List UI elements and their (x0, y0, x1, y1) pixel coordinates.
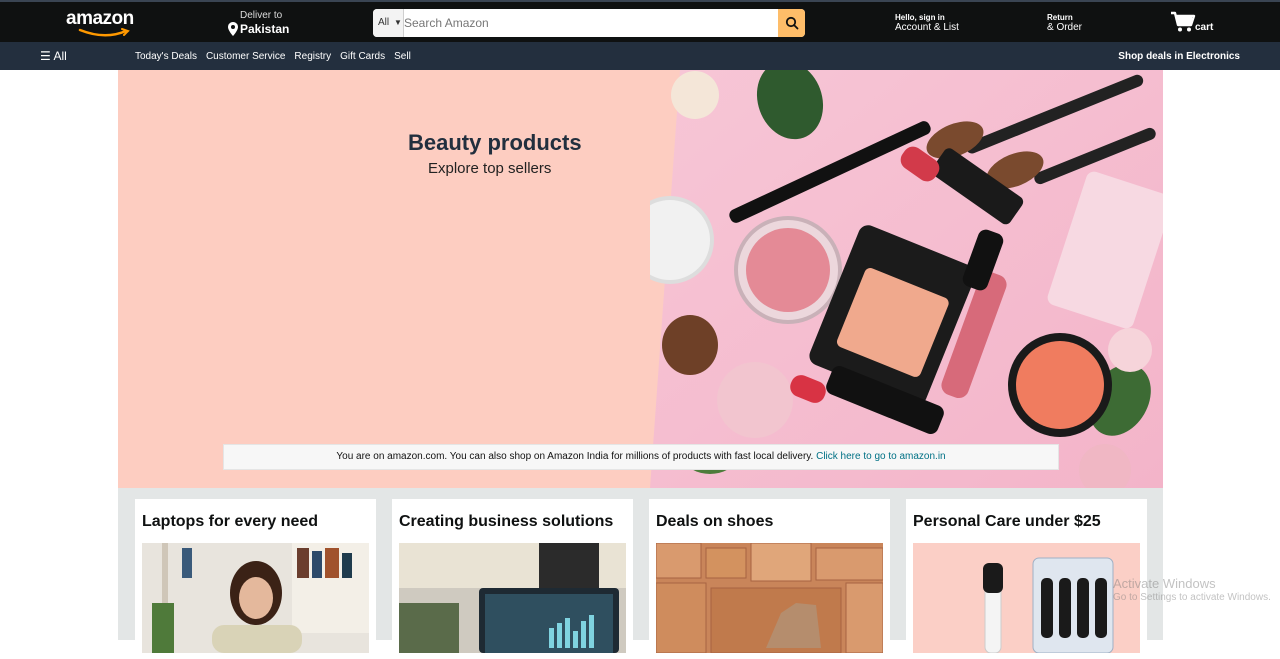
logo-smile-icon (78, 28, 130, 37)
amazon-india-notice: You are on amazon.com. You can also shop… (223, 444, 1059, 470)
search-icon (785, 16, 798, 30)
returns-label: Return (1047, 13, 1073, 22)
cart-button[interactable]: cart (1170, 11, 1213, 38)
shoe-boxes-image (656, 543, 883, 653)
card-business[interactable]: Creating business solutions (392, 499, 633, 659)
amazon-logo[interactable]: amazon (66, 8, 144, 37)
laptop-woman-image (142, 543, 369, 653)
cart-label: cart (1195, 22, 1214, 33)
card-personal-care[interactable]: Personal Care under $25 (906, 499, 1147, 659)
toothbrush-image (913, 543, 1140, 653)
orders-label: & Order (1047, 22, 1083, 33)
card-shoes[interactable]: Deals on shoes (649, 499, 890, 659)
card-title: Laptops for every need (142, 513, 319, 530)
search-button[interactable] (778, 9, 805, 37)
sub-navbar: ☰ All Today's Deals Customer Service Reg… (0, 42, 1280, 70)
search-input[interactable] (404, 9, 774, 37)
subnav-link-gift-cards[interactable]: Gift Cards (340, 51, 385, 62)
amazon-india-link[interactable]: Click here to go to amazon.in (816, 451, 946, 462)
cart-icon (1171, 11, 1196, 32)
location-pin-icon (228, 22, 238, 36)
returns-orders[interactable]: Return & Order (1047, 13, 1082, 33)
hamburger-icon: ☰ (40, 49, 51, 63)
search-category-select[interactable]: All ▼ (373, 9, 404, 37)
watermark-title: Activate Windows (1113, 576, 1216, 591)
activate-windows-watermark: Activate Windows Go to Settings to activ… (1113, 576, 1271, 603)
business-laptop-image (399, 543, 626, 653)
chevron-down-icon: ▼ (394, 18, 402, 27)
subnav-link-sell[interactable]: Sell (394, 51, 411, 62)
subnav-link-customer-service[interactable]: Customer Service (206, 51, 285, 62)
top-navbar: amazon Deliver to Pakistan All ▼ Hello, … (0, 0, 1280, 42)
search-category-label: All (378, 17, 390, 28)
notice-text: You are on amazon.com. You can also shop… (336, 451, 817, 462)
all-menu-button[interactable]: ☰ All (40, 49, 67, 63)
hero-subtitle: Explore top sellers (428, 160, 552, 177)
card-laptops[interactable]: Laptops for every need (135, 499, 376, 659)
hero-title: Beauty products (408, 130, 582, 155)
electronics-deals-link[interactable]: Shop deals in Electronics (1118, 51, 1240, 62)
subnav-link-todays-deals[interactable]: Today's Deals (135, 51, 197, 62)
subnav-links: Today's Deals Customer Service Registry … (135, 51, 420, 62)
hero-banner[interactable]: Beauty products Explore top sellers (118, 70, 1163, 488)
logo-text: amazon (66, 8, 134, 29)
watermark-subtitle: Go to Settings to activate Windows. (1113, 592, 1271, 603)
account-lists[interactable]: Hello, sign in Account & List (895, 13, 959, 33)
card-title: Creating business solutions (399, 513, 614, 530)
deliver-label: Deliver to (240, 10, 283, 21)
account-label: Account & List (895, 22, 959, 33)
all-menu-label: All (53, 49, 67, 63)
account-greeting: Hello, sign in (895, 13, 945, 22)
cosmetics-image (650, 70, 1163, 488)
deliver-country: Pakistan (240, 22, 290, 36)
search-bar: All ▼ (373, 9, 805, 37)
card-title: Personal Care under $25 (913, 513, 1101, 530)
subnav-link-registry[interactable]: Registry (294, 51, 331, 62)
card-title: Deals on shoes (656, 513, 774, 530)
